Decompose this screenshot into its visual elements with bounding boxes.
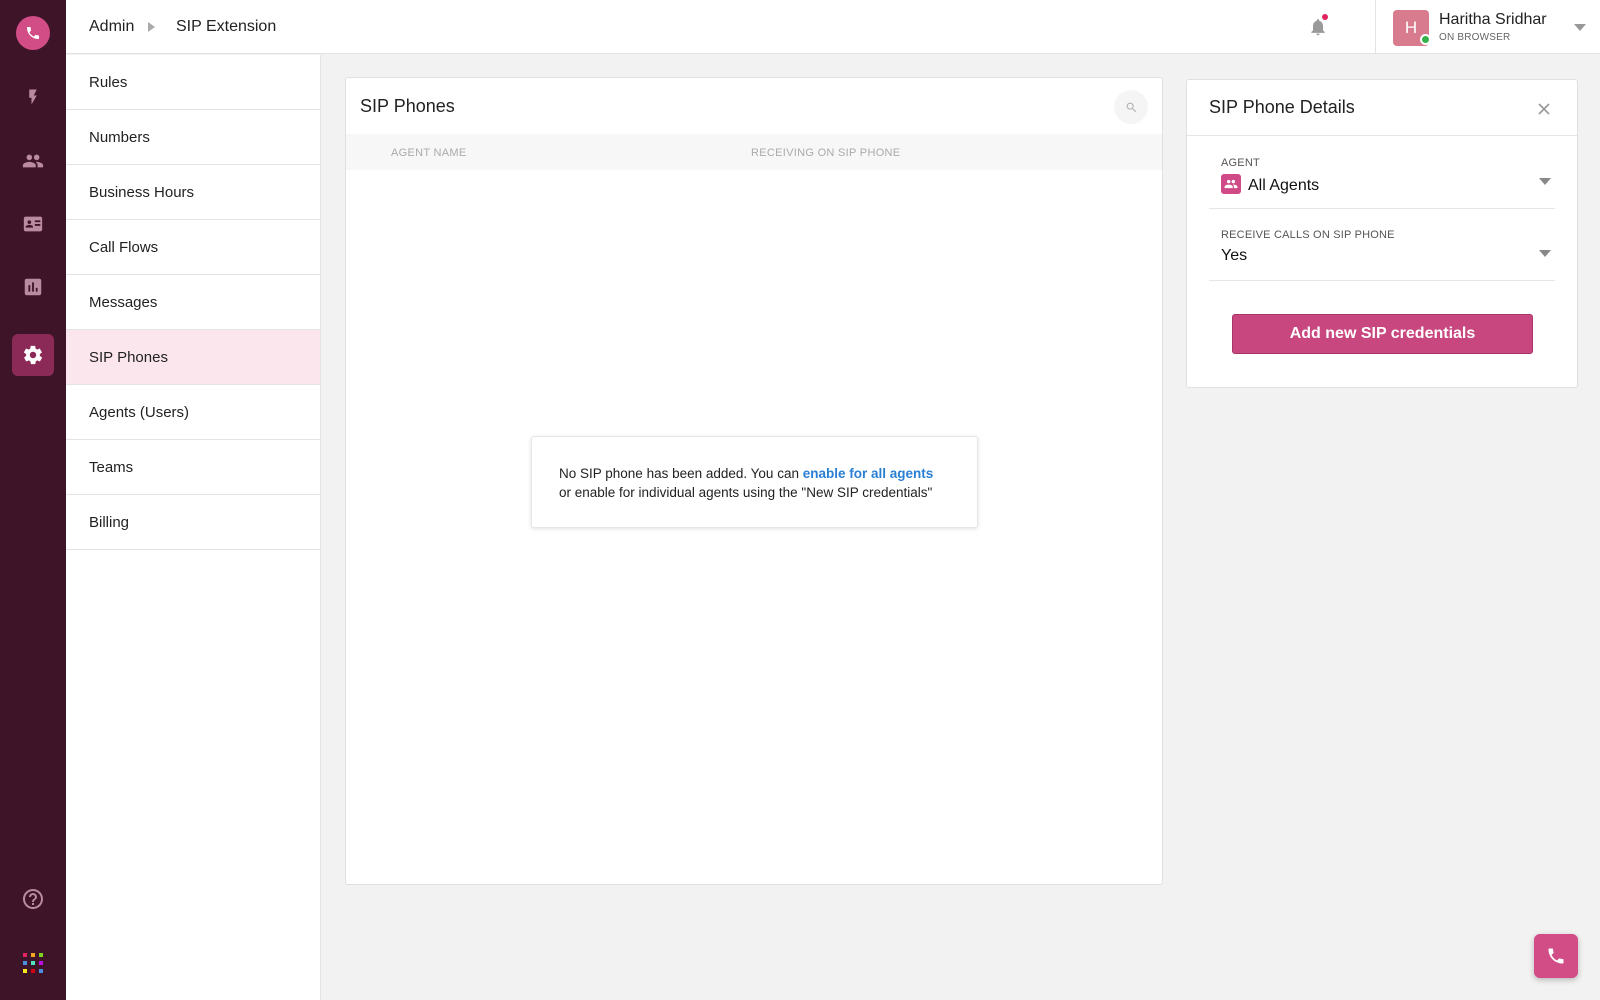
agent-value: All Agents [1248,177,1320,194]
breadcrumb-current: SIP Extension [176,18,277,35]
agent-select[interactable]: AGENT All Agents [1209,137,1555,209]
column-agent-name[interactable]: AGENT NAME [391,147,467,159]
nav-item-messages[interactable]: Messages [66,275,320,330]
top-bar: Admin SIP Extension H Haritha Sridhar ON… [66,0,1600,54]
nav-item-business-hours[interactable]: Business Hours [66,165,320,220]
sip-phones-panel: SIP Phones AGENT NAME RECEIVING ON SIP P… [345,77,1163,885]
divider [1187,135,1577,136]
add-sip-credentials-button[interactable]: Add new SIP credentials [1232,314,1533,354]
bolt-icon[interactable] [12,76,54,118]
settings-icon[interactable] [12,334,54,376]
phone-logo-icon[interactable] [16,16,50,50]
user-status: ON BROWSER [1439,32,1511,43]
divider [1375,0,1376,54]
admin-nav: Rules Numbers Business Hours Call Flows … [66,55,321,1000]
nav-item-billing[interactable]: Billing [66,495,320,550]
sip-phone-details-panel: SIP Phone Details AGENT All Agents RECEI… [1186,79,1578,388]
contacts-icon[interactable] [12,140,54,182]
nav-item-rules[interactable]: Rules [66,55,320,110]
empty-state-text-2: or enable for individual agents using th… [559,485,933,500]
online-status-dot [1420,34,1431,45]
card-icon[interactable] [12,203,54,245]
nav-item-teams[interactable]: Teams [66,440,320,495]
table-header: AGENT NAME RECEIVING ON SIP PHONE [346,134,1162,170]
nav-item-sip-phones[interactable]: SIP Phones [66,330,320,385]
receive-calls-label: RECEIVE CALLS ON SIP PHONE [1221,229,1395,241]
empty-state-text: No SIP phone has been added. You can [559,466,803,481]
notification-dot [1322,14,1328,20]
apps-grid-icon[interactable] [12,942,54,984]
enable-for-all-agents-link[interactable]: enable for all agents [803,466,934,481]
close-icon[interactable] [1533,98,1555,120]
receive-calls-value: Yes [1221,247,1248,264]
panel-title: SIP Phones [360,96,455,116]
agent-label: AGENT [1221,157,1260,169]
details-title: SIP Phone Details [1209,97,1355,117]
dialer-phone-icon[interactable] [1534,934,1578,978]
breadcrumb-admin[interactable]: Admin [89,18,134,36]
agent-chevron-down-icon[interactable] [1539,178,1551,185]
app-rail [0,0,66,1000]
reports-icon[interactable] [12,266,54,308]
nav-item-agents[interactable]: Agents (Users) [66,385,320,440]
column-receiving-on-sip-phone[interactable]: RECEIVING ON SIP PHONE [751,147,900,159]
nav-item-call-flows[interactable]: Call Flows [66,220,320,275]
agents-group-icon [1221,174,1241,194]
nav-item-numbers[interactable]: Numbers [66,110,320,165]
breadcrumb-separator-icon [148,22,155,32]
search-icon[interactable] [1114,90,1148,124]
receive-calls-select[interactable]: RECEIVE CALLS ON SIP PHONE Yes [1209,209,1555,281]
user-name[interactable]: Haritha Sridhar [1439,11,1547,29]
notifications-bell-icon[interactable] [1308,16,1328,43]
help-icon[interactable] [12,878,54,920]
empty-state-message: No SIP phone has been added. You can ena… [531,436,978,528]
receive-calls-chevron-down-icon[interactable] [1539,250,1551,257]
user-menu-chevron-down-icon[interactable] [1574,24,1586,31]
